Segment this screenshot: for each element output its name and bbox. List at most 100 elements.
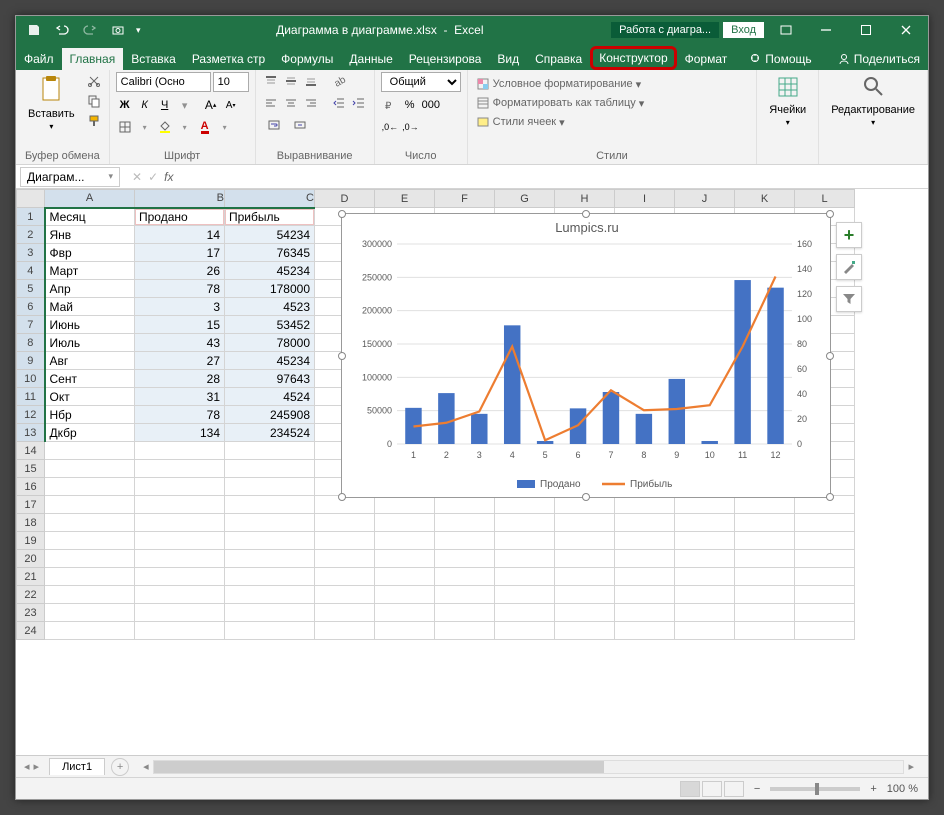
formula-input[interactable] (181, 167, 928, 187)
conditional-formatting-button[interactable]: Условное форматирование ▾ (474, 76, 643, 92)
number-format-select[interactable]: Общий (381, 72, 461, 92)
tab-formulas[interactable]: Формулы (273, 48, 341, 70)
italic-button[interactable]: К (136, 96, 154, 114)
tab-data[interactable]: Данные (341, 48, 400, 70)
chart-elements-button[interactable]: + (836, 222, 862, 248)
tab-view[interactable]: Вид (489, 48, 527, 70)
close-icon[interactable] (888, 16, 924, 44)
percent-icon[interactable]: % (401, 96, 419, 114)
camera-icon[interactable] (108, 20, 128, 40)
borders-icon[interactable] (116, 118, 134, 136)
tab-design[interactable]: Конструктор (590, 46, 676, 70)
fx-icon[interactable]: fx (164, 170, 173, 184)
zoom-level[interactable]: 100 % (887, 783, 918, 795)
cells-button[interactable]: Ячейки▾ (763, 72, 812, 129)
share-button[interactable]: Поделиться (830, 48, 928, 70)
font-color-icon[interactable]: А (196, 118, 214, 136)
zoom-in-icon[interactable]: + (870, 783, 876, 795)
tab-help[interactable]: Справка (527, 48, 590, 70)
normal-view-icon[interactable] (680, 781, 700, 797)
orientation-icon[interactable]: ab (330, 72, 348, 90)
undo-icon[interactable] (52, 20, 72, 40)
svg-text:20: 20 (797, 414, 807, 424)
sheet-nav-next-icon[interactable]: ▸ (34, 760, 40, 773)
cut-icon[interactable] (85, 72, 103, 90)
align-top-icon[interactable] (262, 72, 280, 90)
wrap-text-icon[interactable] (262, 116, 286, 134)
font-name-input[interactable] (116, 72, 211, 92)
shrink-font-icon[interactable]: A▾ (222, 96, 240, 114)
titlebar: ▾ Диаграмма в диаграмме.xlsx - Excel Раб… (16, 16, 928, 44)
worksheet-grid[interactable]: ABCDEFGHIJKL1МесяцПроданоПрибыль2Янв1454… (16, 189, 928, 755)
chart-styles-button[interactable] (836, 254, 862, 280)
tell-me[interactable]: Помощь (741, 48, 819, 70)
chart-filters-button[interactable] (836, 286, 862, 312)
ribbon-tabs: Файл Главная Вставка Разметка стр Формул… (16, 44, 928, 70)
align-bottom-icon[interactable] (302, 72, 320, 90)
currency-icon[interactable]: ₽ (381, 96, 399, 114)
cancel-icon[interactable]: ✕ (132, 170, 142, 184)
horizontal-scrollbar[interactable]: ◂▸ (139, 760, 918, 774)
group-editing: Редактирование▾ (819, 70, 928, 164)
chart-object[interactable]: Lumpics.ru050000100000150000200000250000… (341, 213, 831, 498)
maximize-icon[interactable] (848, 16, 884, 44)
decrease-indent-icon[interactable] (330, 94, 348, 112)
align-right-icon[interactable] (302, 94, 320, 112)
fill-color-icon[interactable] (156, 118, 174, 136)
merge-icon[interactable] (288, 116, 312, 134)
align-left-icon[interactable] (262, 94, 280, 112)
tab-format[interactable]: Формат (677, 48, 736, 70)
format-as-table-button[interactable]: Форматировать как таблицу ▾ (474, 95, 647, 111)
redo-icon[interactable] (80, 20, 100, 40)
increase-indent-icon[interactable] (350, 94, 368, 112)
svg-text:3: 3 (477, 450, 482, 460)
svg-text:11: 11 (738, 450, 747, 460)
tab-file[interactable]: Файл (16, 48, 62, 70)
svg-text:50000: 50000 (367, 406, 392, 416)
svg-text:Прибыль: Прибыль (630, 478, 672, 490)
minimize-icon[interactable] (808, 16, 844, 44)
svg-text:1: 1 (411, 450, 416, 460)
align-middle-icon[interactable] (282, 72, 300, 90)
save-icon[interactable] (24, 20, 44, 40)
font-size-input[interactable] (213, 72, 249, 92)
ribbon-display-icon[interactable] (768, 16, 804, 44)
sign-in-button[interactable]: Вход (723, 22, 764, 38)
group-clipboard: Вставить▾ Буфер обмена (16, 70, 110, 164)
quick-access-toolbar: ▾ (16, 20, 149, 40)
tab-review[interactable]: Рецензирова (401, 48, 490, 70)
tab-insert[interactable]: Вставка (123, 48, 184, 70)
format-painter-icon[interactable] (85, 112, 103, 130)
paste-button[interactable]: Вставить▾ (22, 72, 81, 133)
enter-icon[interactable]: ✓ (148, 170, 158, 184)
svg-text:60: 60 (797, 364, 807, 374)
svg-text:10: 10 (705, 450, 715, 460)
svg-text:Продано: Продано (540, 479, 581, 490)
zoom-out-icon[interactable]: − (754, 783, 760, 795)
grow-font-icon[interactable]: A▴ (202, 96, 220, 114)
svg-text:4: 4 (510, 450, 515, 460)
sheet-tab[interactable]: Лист1 (49, 758, 105, 775)
underline-button[interactable]: Ч (156, 96, 174, 114)
svg-text:ab: ab (332, 74, 345, 88)
tab-page-layout[interactable]: Разметка стр (184, 48, 273, 70)
bold-button[interactable]: Ж (116, 96, 134, 114)
name-box[interactable]: Диаграм...▾ (20, 167, 120, 187)
ribbon: Вставить▾ Буфер обмена Ж К Ч (16, 70, 928, 165)
zoom-slider[interactable] (770, 787, 860, 791)
increase-decimal-icon[interactable]: ,0← (381, 118, 400, 136)
editing-button[interactable]: Редактирование▾ (825, 72, 921, 129)
page-break-view-icon[interactable] (724, 781, 744, 797)
cell-styles-button[interactable]: Стили ячеек ▾ (474, 114, 567, 130)
copy-icon[interactable] (85, 92, 103, 110)
decrease-decimal-icon[interactable]: ,0→ (401, 118, 420, 136)
svg-text:6: 6 (576, 450, 581, 460)
align-center-icon[interactable] (282, 94, 300, 112)
add-sheet-button[interactable]: + (111, 758, 129, 776)
sheet-nav-prev-icon[interactable]: ◂ (24, 760, 30, 773)
tab-home[interactable]: Главная (62, 48, 124, 70)
comma-icon[interactable]: 000 (421, 96, 441, 114)
group-number: Общий ₽ % 000 ,0← ,0→ Число (375, 70, 468, 164)
page-layout-view-icon[interactable] (702, 781, 722, 797)
svg-text:12: 12 (771, 450, 781, 460)
